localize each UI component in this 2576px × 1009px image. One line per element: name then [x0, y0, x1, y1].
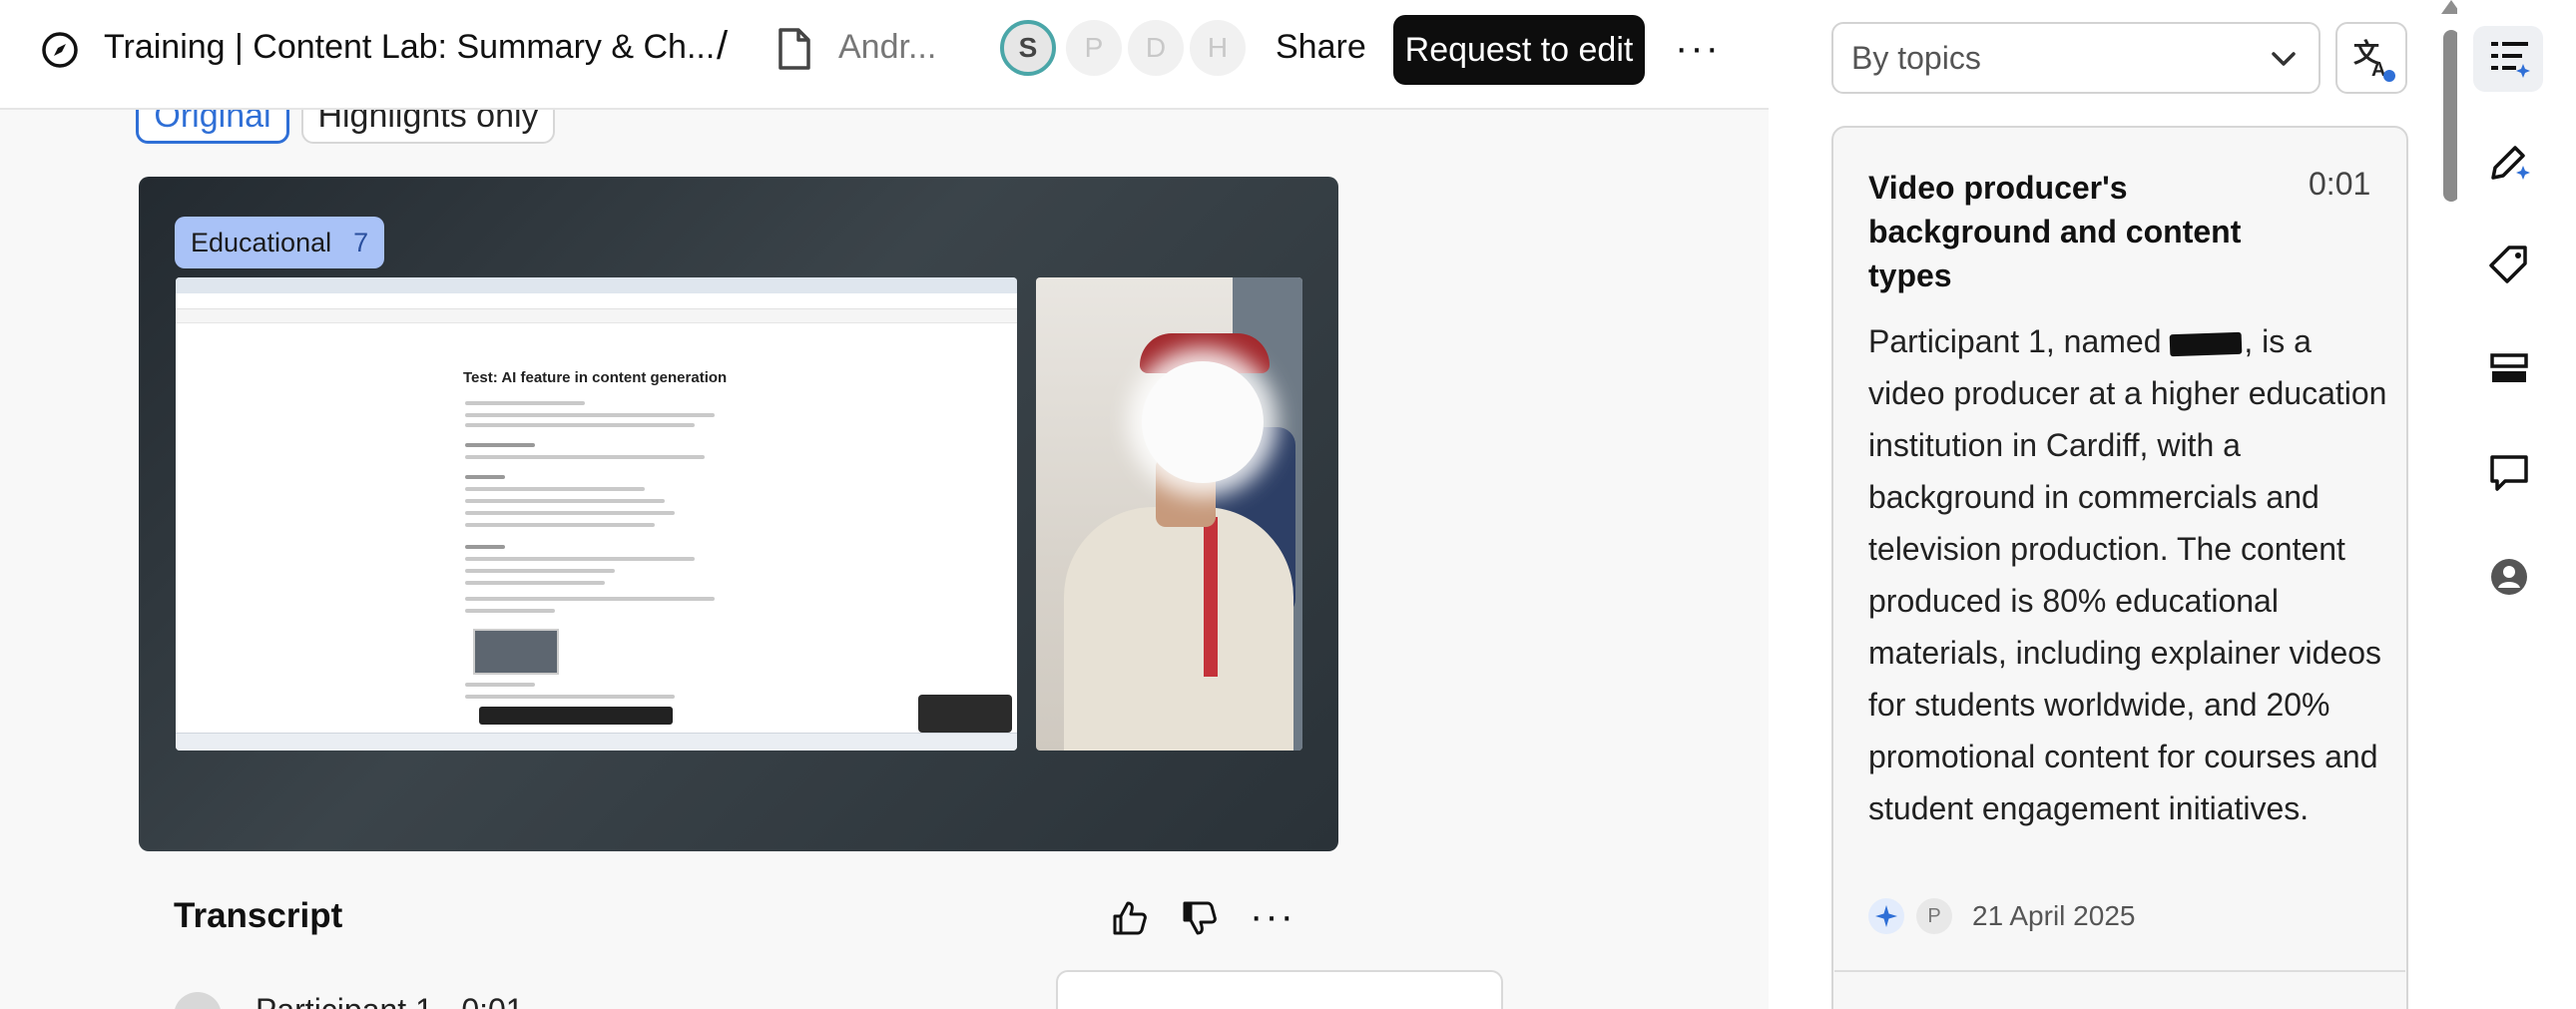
screen-text-line — [465, 475, 505, 479]
screen-text-line — [465, 609, 555, 613]
topic-summary: Participant 1, named , is a video produc… — [1868, 315, 2387, 834]
compass-icon[interactable] — [40, 30, 80, 70]
group-by-value: By topics — [1851, 39, 1981, 76]
screen-text-line — [465, 443, 535, 447]
webcam-person — [1064, 507, 1293, 751]
category-badge[interactable]: Educational 7 — [175, 217, 385, 268]
screen-embedded-thumbnail — [473, 629, 559, 675]
author-avatar[interactable]: P — [1916, 898, 1952, 934]
screen-text-line — [465, 683, 535, 687]
screen-text-line — [465, 581, 605, 585]
screen-text-line — [465, 597, 715, 601]
screen-text-line — [465, 557, 695, 561]
screen-text-line — [465, 413, 715, 417]
topic-footer: P 21 April 2025 — [1868, 898, 2135, 934]
thumbs-down-icon[interactable] — [1180, 898, 1220, 938]
group-by-dropdown[interactable]: By topics — [1831, 22, 2320, 94]
avatar-s[interactable]: S — [1000, 20, 1056, 76]
card-divider — [1834, 970, 2405, 972]
screen-browser-url-bar — [176, 293, 1017, 309]
translate-icon: 文 A — [2353, 38, 2395, 82]
screen-text-line — [465, 569, 615, 573]
screen-text-line — [465, 545, 505, 549]
layout-rows-icon[interactable] — [2487, 347, 2531, 391]
thumbs-up-icon[interactable] — [1110, 898, 1150, 938]
category-badge-label: Educational — [191, 227, 332, 257]
topics-list-icon[interactable] — [2487, 36, 2531, 80]
app-root: { "header": { "title": "Training | Conte… — [0, 0, 2576, 1009]
top-bar: Training | Content Lab: Summary & Ch... … — [0, 0, 1769, 110]
translate-button[interactable]: 文 A — [2335, 22, 2407, 94]
screen-text-line — [465, 523, 655, 527]
ai-sparkle-icon — [1868, 898, 1904, 934]
video-player[interactable]: Educational 7 Test: AI feature in conten… — [139, 177, 1338, 851]
person-icon[interactable] — [2487, 555, 2531, 599]
floating-player-controls[interactable] — [1056, 970, 1503, 1009]
screen-taskbar — [176, 733, 1017, 751]
screen-text-line — [465, 487, 645, 491]
more-options-button[interactable]: ··· — [1675, 26, 1721, 71]
chevron-down-icon — [2272, 52, 2296, 66]
document-icon — [778, 28, 810, 70]
transcript-more-button[interactable]: ··· — [1250, 894, 1295, 939]
avatar-p[interactable]: P — [1066, 20, 1122, 76]
category-badge-count: 7 — [353, 227, 369, 257]
document-title[interactable]: Training | Content Lab: Summary & Ch... — [104, 28, 715, 67]
share-button[interactable]: Share — [1276, 28, 1366, 67]
topic-timestamp[interactable]: 0:01 — [2309, 166, 2370, 203]
screen-recorder-popup — [918, 695, 1012, 733]
request-to-edit-button[interactable]: Request to edit — [1393, 15, 1645, 85]
tag-icon[interactable] — [2487, 244, 2531, 287]
screen-browser-bookmarks — [176, 309, 1017, 323]
author-name[interactable]: Andr... — [838, 28, 936, 67]
screen-text-line — [465, 695, 675, 699]
topic-date: 21 April 2025 — [1972, 900, 2136, 931]
webcam-feed — [1036, 277, 1302, 751]
edit-sparkle-icon[interactable] — [2487, 140, 2531, 184]
breadcrumb-separator: / — [717, 24, 729, 68]
topic-title: Video producer's background and content … — [1868, 170, 2242, 293]
topic-summary-part-2: , is a video producer at a higher educat… — [1868, 323, 2387, 826]
screen-text-line — [465, 455, 705, 459]
screen-text-line — [465, 511, 675, 515]
redaction-mark — [2170, 331, 2243, 356]
topic-summary-part-1: Participant 1, named — [1868, 323, 2171, 359]
avatar-h[interactable]: H — [1190, 20, 1246, 76]
comment-icon[interactable] — [2487, 451, 2531, 495]
transcript-speaker-line[interactable]: Participant 1 · 0:01 — [256, 992, 524, 1009]
shared-screen: Test: AI feature in content generation — [176, 277, 1017, 751]
screen-browser-tabs — [176, 277, 1017, 293]
transcript-title: Transcript — [174, 896, 343, 935]
webcam-lanyard — [1204, 517, 1218, 677]
speaker-avatar — [174, 992, 222, 1009]
screen-document-heading: Test: AI feature in content generation — [463, 369, 728, 386]
screen-text-line — [465, 499, 665, 503]
avatar-d[interactable]: D — [1128, 20, 1184, 76]
screen-text-line — [465, 401, 585, 405]
webcam-face-blur — [1142, 361, 1264, 483]
screen-text-line — [465, 423, 695, 427]
screen-toast — [479, 707, 673, 725]
